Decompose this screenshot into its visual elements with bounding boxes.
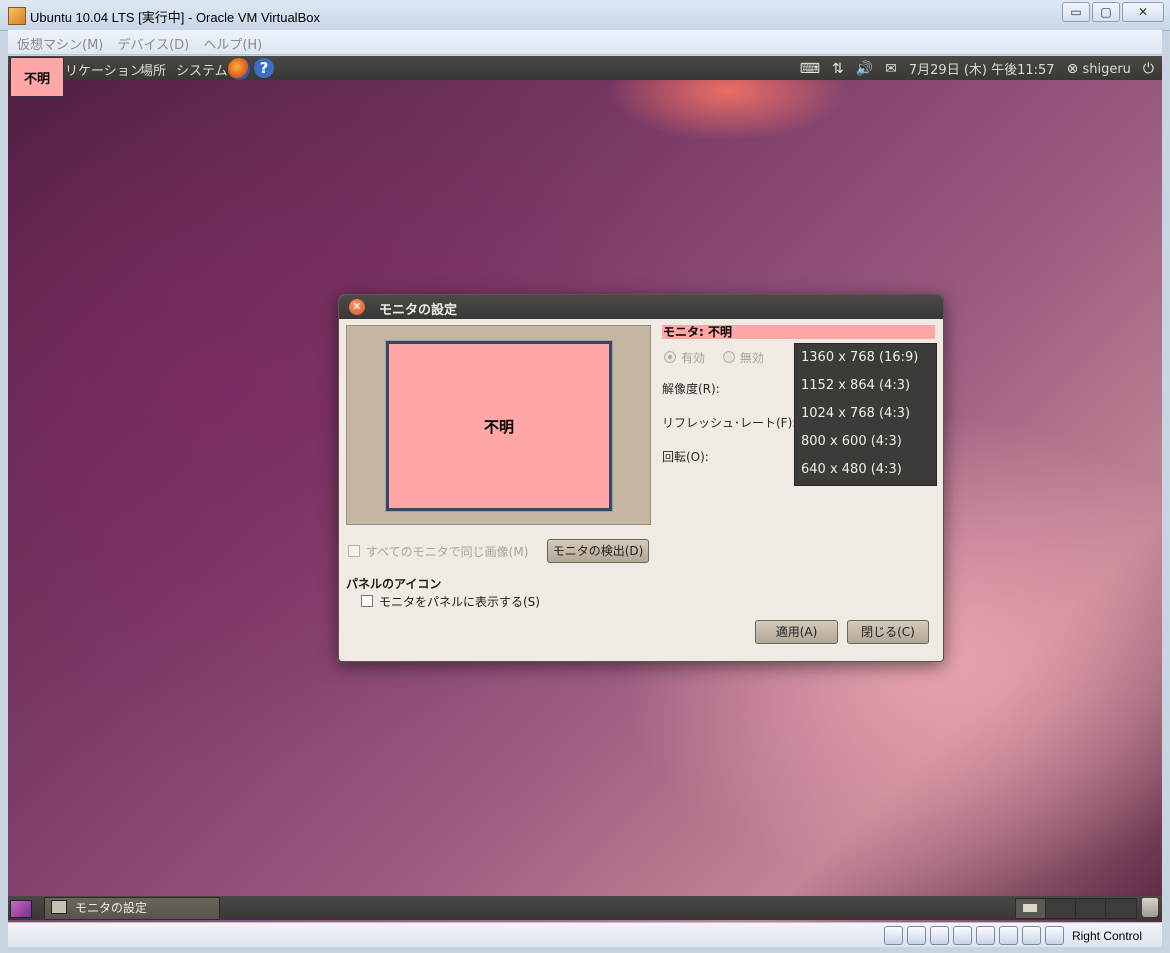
optical-drive-icon[interactable] [906,926,926,945]
dialog-title-bar: ✕ モニタの設定 [339,295,943,319]
detect-monitors-button[interactable]: モニタの検出(D) [547,539,649,563]
window-controls: ▭ ▢ ✕ [1062,2,1164,22]
apply-button[interactable]: 適用(A) [755,620,838,644]
radio-disabled-indicator [722,351,735,363]
user-switch[interactable]: ⊗ shigeru [1067,61,1131,77]
workspace-4[interactable] [1105,898,1137,919]
mouse-integration-icon[interactable] [1021,926,1041,945]
resolution-label: 解像度(R): [662,382,720,396]
usb-icon[interactable] [929,926,949,945]
radio-enabled-label: 有効 [681,351,706,365]
radio-enabled[interactable]: 有効 [664,351,705,365]
display-icon[interactable] [998,926,1018,945]
monitor-name-label: モニタ: 不明 [662,325,935,339]
close-window-button[interactable]: ✕ [1122,2,1164,22]
workspace-3[interactable] [1075,898,1107,919]
hard-disk-icon[interactable] [883,926,903,945]
volume-icon[interactable]: 🔊 [856,61,873,77]
monitor-settings-icon [51,900,67,914]
menu-applications[interactable]: リケーション [65,60,143,79]
status-icons: Right Control [883,926,1142,945]
dialog-title: モニタの設定 [379,303,458,318]
vm-status-bar: Right Control [8,922,1162,947]
resolution-option[interactable]: 1024 x 768 (4:3) [795,400,936,428]
radio-disabled-label: 無効 [739,351,764,365]
enable-radio-group: 有効 無効 [664,349,764,366]
keyboard-icon[interactable]: ⌨ [800,61,820,77]
dialog-close-icon[interactable]: ✕ [349,299,365,315]
host-key-icon[interactable] [1044,926,1064,945]
window-title: Ubuntu 10.04 LTS [実行中] - Oracle VM Virtu… [30,10,320,25]
gnome-top-panel: リケーション 場所 システム ? ⌨ ⇅ 🔊 ✉ 7月29日 (木) 午後11:… [8,56,1162,80]
menu-machine[interactable]: 仮想マシン(M) [17,34,103,53]
show-desktop-icon[interactable] [10,900,32,918]
taskbar-item-monitor-settings[interactable]: モニタの設定 [44,897,220,920]
workspace-1[interactable] [1015,898,1047,919]
network-adapter-icon[interactable] [952,926,972,945]
menu-places[interactable]: 場所 [140,60,166,79]
gnome-bottom-panel: モニタの設定 [8,896,1162,920]
rotation-label: 回転(O): [662,450,709,464]
guest-desktop: リケーション 場所 システム ? ⌨ ⇅ 🔊 ✉ 7月29日 (木) 午後11:… [8,56,1162,922]
minimize-button[interactable]: ▭ [1062,2,1090,22]
show-in-panel-check-indicator [361,595,373,607]
unknown-monitor-badge: 不明 [10,57,64,97]
menu-help[interactable]: ヘルプ(H) [203,34,262,53]
user-switch-icon: ⊗ [1066,60,1079,77]
network-icon[interactable]: ⇅ [832,61,844,77]
window-title-bar: Ubuntu 10.04 LTS [実行中] - Oracle VM Virtu… [0,0,1170,31]
resolution-dropdown-list: 1360 x 768 (16:9) 1152 x 864 (4:3) 1024 … [794,343,937,486]
refresh-rate-label: リフレッシュ･レート(F): [662,416,797,430]
close-button[interactable]: 閉じる(C) [847,620,929,644]
show-in-panel-label: モニタをパネルに表示する(S) [379,595,540,609]
radio-disabled[interactable]: 無効 [722,351,764,365]
same-image-checkbox[interactable]: すべてのモニタで同じ画像(M) [348,543,528,560]
firefox-icon[interactable] [228,58,250,80]
menu-devices[interactable]: デバイス(D) [117,34,189,53]
power-icon[interactable]: ⏻ [1143,61,1154,77]
workspace-2[interactable] [1045,898,1077,919]
taskbar-item-label: モニタの設定 [75,901,148,915]
host-key-label: Right Control [1071,928,1142,943]
radio-enabled-indicator [664,351,676,363]
resolution-option[interactable]: 640 x 480 (4:3) [795,456,936,484]
resolution-option[interactable]: 800 x 600 (4:3) [795,428,936,456]
mail-icon[interactable]: ✉ [885,61,897,77]
same-image-label: すべてのモニタで同じ画像(M) [366,545,529,559]
monitor-settings-dialog: ✕ モニタの設定 不明 モニタ: 不明 有効 無効 解像度(R): リフレッシュ… [338,294,944,662]
monitor-preview: 不明 [346,325,651,525]
menu-system[interactable]: システム [176,60,228,79]
panel-icon-heading: パネルのアイコン [346,577,442,591]
show-in-panel-checkbox[interactable]: モニタをパネルに表示する(S) [361,593,540,610]
clock[interactable]: 7月29日 (木) 午後11:57 [909,59,1055,78]
trash-icon[interactable] [1142,898,1158,917]
virtualbox-icon [8,7,26,25]
preview-monitor[interactable]: 不明 [385,340,613,512]
shared-folder-icon[interactable] [975,926,995,945]
same-image-check-indicator [348,545,360,557]
maximize-button[interactable]: ▢ [1092,2,1120,22]
resolution-option[interactable]: 1152 x 864 (4:3) [795,372,936,400]
help-icon[interactable]: ? [254,58,274,78]
system-tray: ⌨ ⇅ 🔊 ✉ 7月29日 (木) 午後11:57 ⊗ shigeru ⏻ [800,59,1154,79]
user-name: shigeru [1082,61,1131,77]
vm-menu-bar: 仮想マシン(M) デバイス(D) ヘルプ(H) [8,30,1162,55]
resolution-option[interactable]: 1360 x 768 (16:9) [795,344,936,372]
